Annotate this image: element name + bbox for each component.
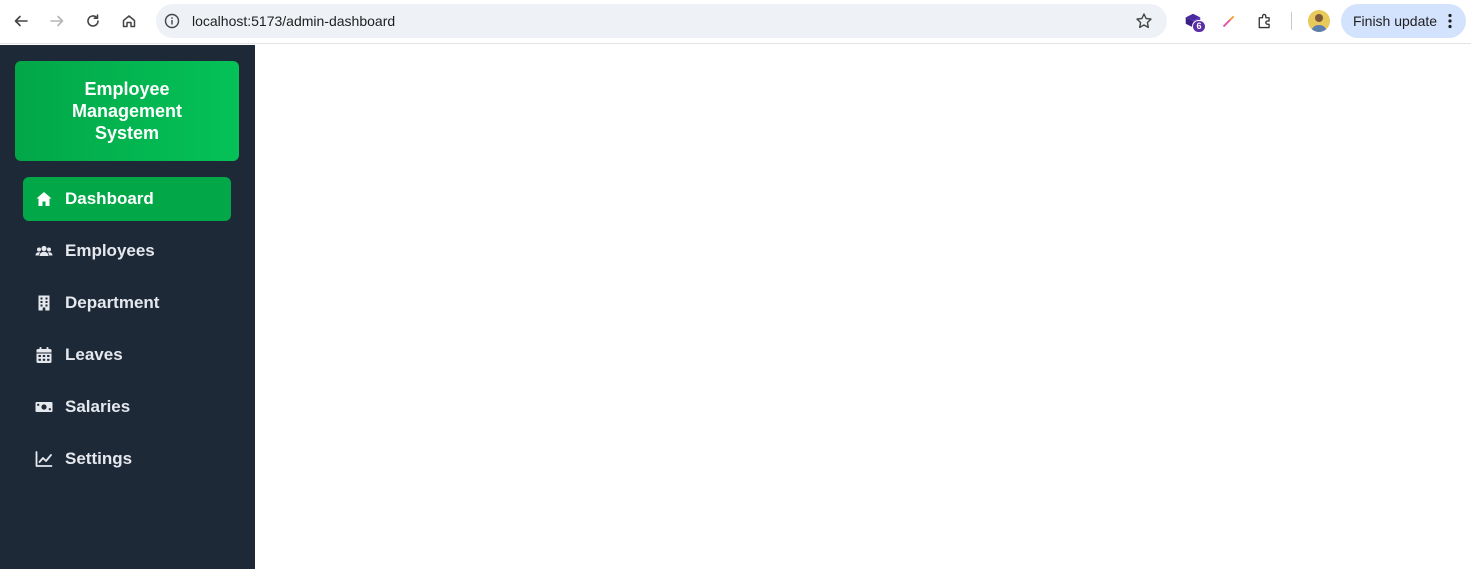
finish-update-button[interactable]: Finish update	[1341, 4, 1466, 38]
sidebar-item-leaves[interactable]: Leaves	[23, 333, 231, 377]
sidebar-item-label: Dashboard	[65, 189, 154, 208]
bookmark-star-icon[interactable]	[1135, 12, 1153, 30]
url-text[interactable]: localhost:5173/admin-dashboard	[192, 13, 395, 29]
finish-update-label: Finish update	[1353, 13, 1438, 29]
eyedropper-icon	[1223, 15, 1235, 27]
money-icon	[35, 398, 53, 416]
arrow-left-icon	[14, 15, 28, 27]
browser-toolbar: localhost:5173/admin-dashboard 6 Finish …	[0, 0, 1471, 44]
extension-badge: 6	[1192, 20, 1206, 33]
brand-title: Employee Management System	[71, 79, 183, 143]
users-icon	[35, 242, 53, 260]
brand-header: Employee Management System	[15, 61, 239, 161]
reload-button[interactable]	[80, 8, 106, 34]
address-bar[interactable]: localhost:5173/admin-dashboard	[156, 4, 1167, 38]
sidebar-item-label: Department	[65, 293, 160, 312]
more-vert-icon	[1448, 13, 1452, 29]
person-icon	[1311, 14, 1327, 32]
sidebar-item-dashboard[interactable]: Dashboard	[23, 177, 231, 221]
sidebar-item-settings[interactable]: Settings	[23, 437, 231, 481]
toolbar-divider	[1291, 12, 1292, 30]
arrow-right-icon	[50, 15, 64, 27]
home-button[interactable]	[116, 8, 142, 34]
profile-avatar[interactable]	[1308, 10, 1330, 32]
sidebar-item-department[interactable]: Department	[23, 281, 231, 325]
extensions-button[interactable]	[1254, 10, 1276, 32]
puzzle-icon	[1258, 13, 1270, 29]
sidebar-item-label: Settings	[65, 449, 133, 468]
building-icon	[35, 294, 53, 312]
calendar-icon	[35, 346, 53, 364]
sidebar-item-label: Leaves	[65, 345, 123, 364]
sidebar-item-label: Employees	[65, 241, 155, 260]
reload-icon	[87, 14, 99, 27]
sidebar-item-employees[interactable]: Employees	[23, 229, 231, 273]
back-button[interactable]	[8, 8, 34, 34]
main-content	[255, 45, 1471, 569]
sidebar-item-label: Salaries	[65, 397, 131, 416]
info-icon[interactable]	[164, 13, 180, 29]
home-icon	[35, 190, 53, 208]
home-outline-icon	[122, 15, 136, 28]
forward-button[interactable]	[44, 8, 70, 34]
chart-line-icon	[35, 450, 53, 468]
sidebar-item-salaries[interactable]: Salaries	[23, 385, 231, 429]
sidebar: Employee Management System Dashboard Emp…	[0, 45, 255, 569]
color-picker-extension-button[interactable]	[1218, 10, 1240, 32]
